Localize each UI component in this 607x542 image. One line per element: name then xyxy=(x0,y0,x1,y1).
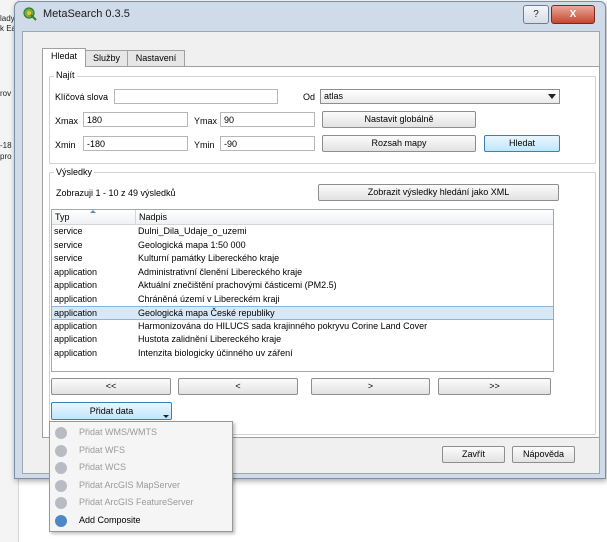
xmin-input[interactable]: -180 xyxy=(83,136,188,151)
cell-type: service xyxy=(54,253,83,263)
title-bar[interactable]: MetaSearch 0.3.5 ? X xyxy=(15,2,605,28)
catalog-select[interactable]: atlas xyxy=(320,89,560,104)
xmax-input[interactable]: 180 xyxy=(83,112,188,127)
dropdown-arrow-icon[interactable] xyxy=(163,415,169,418)
cell-type: application xyxy=(54,266,98,277)
cell-type: application xyxy=(54,334,98,344)
xmin-label: Xmin xyxy=(55,140,76,150)
results-summary: Zobrazuji 1 - 10 z 49 výsledků xyxy=(56,188,176,198)
cell-title: Chráněná území v Libereckém kraji xyxy=(138,293,280,304)
first-page-button[interactable]: << xyxy=(51,378,171,395)
menu-item[interactable]: Přidat WMS/WMTS xyxy=(50,424,232,442)
dialog-client: Hledat Služby Nastavení Najít Klíčová sl… xyxy=(22,31,600,474)
table-row[interactable]: application Harmonizována do HILUCS sada … xyxy=(52,320,553,334)
cell-type: service xyxy=(54,226,83,236)
close-button[interactable]: Zavřít xyxy=(442,446,505,463)
add-data-label: Přidat data xyxy=(89,406,134,416)
table-row[interactable]: application Chráněná území v Libereckém k… xyxy=(52,293,553,307)
background-text: lady xyxy=(0,14,15,23)
previous-page-button[interactable]: < xyxy=(178,378,298,395)
cell-type: application xyxy=(54,347,98,358)
add-data-menu: Přidat WMS/WMTS Přidat WFS Přidat WCS Přida… xyxy=(49,421,233,532)
qgis-logo-icon xyxy=(23,7,37,21)
cell-type: application xyxy=(54,280,98,290)
keywords-label: Klíčová slova xyxy=(55,92,109,102)
results-table[interactable]: Typ Nadpis service Dulni_Dila_Udaje_o_uze… xyxy=(51,209,554,372)
menu-item-label: Přidat ArcGIS FeatureServer xyxy=(79,497,194,507)
globe-icon xyxy=(55,427,67,439)
tab-hledat[interactable]: Hledat xyxy=(42,48,86,67)
ymin-input[interactable]: -90 xyxy=(220,136,315,151)
menu-item[interactable]: Přidat ArcGIS FeatureServer xyxy=(50,494,232,512)
cell-type: application xyxy=(54,308,98,318)
menu-item-label: Přidat WCS xyxy=(79,462,127,472)
table-row[interactable]: service Kulturní památky Libereckého kraj… xyxy=(52,252,553,266)
table-row[interactable]: application Intenzita biologicky účinného… xyxy=(52,347,553,361)
next-page-button[interactable]: > xyxy=(311,378,430,395)
globe-icon xyxy=(55,497,67,509)
table-row[interactable]: application Geologická mapa České republi… xyxy=(52,306,553,320)
table-header: Typ Nadpis xyxy=(52,210,553,225)
window-title: MetaSearch 0.3.5 xyxy=(43,8,130,20)
menu-item-label: Přidat WMS/WMTS xyxy=(79,427,157,437)
globe-icon xyxy=(55,444,67,457)
cell-title: Aktuální znečištění prachovými částicemi… xyxy=(138,280,337,290)
cell-title: Kulturní památky Libereckého kraje xyxy=(138,253,280,263)
set-global-button[interactable]: Nastavit globálně xyxy=(322,111,476,128)
add-data-button[interactable]: Přidat data xyxy=(51,402,172,420)
table-body: service Dulni_Dila_Udaje_o_uzemi service Ge… xyxy=(52,225,553,365)
search-button[interactable]: Hledat xyxy=(484,135,560,152)
table-row[interactable]: application Administrativní členění Liber… xyxy=(52,266,553,280)
table-row[interactable]: service Geologická mapa 1:50 000 xyxy=(52,239,553,253)
help-button[interactable]: Nápověda xyxy=(512,446,575,463)
cell-title: Hustota zalidnění Libereckého kraje xyxy=(138,334,282,344)
close-title-button[interactable]: X xyxy=(551,5,595,24)
ymax-input[interactable]: 90 xyxy=(220,112,315,127)
cell-title: Geologická mapa 1:50 000 xyxy=(138,239,246,250)
menu-item[interactable]: Přidat WCS xyxy=(50,459,232,477)
keywords-input[interactable] xyxy=(114,89,278,104)
results-group-title: Výsledky xyxy=(54,167,95,177)
table-row[interactable]: service Dulni_Dila_Udaje_o_uzemi xyxy=(52,225,553,239)
menu-item[interactable]: Přidat WFS xyxy=(50,442,232,460)
menu-item-label: Add Composite xyxy=(79,514,141,525)
chevron-down-icon xyxy=(548,94,556,99)
cell-type: application xyxy=(54,293,98,304)
tab-nastaveni[interactable]: Nastavení xyxy=(127,50,185,66)
tab-sluzby[interactable]: Služby xyxy=(85,50,128,66)
cell-type: service xyxy=(54,239,83,250)
cell-title: Dulni_Dila_Udaje_o_uzemi xyxy=(138,226,247,236)
help-title-button[interactable]: ? xyxy=(523,5,549,24)
cell-title: Geologická mapa České republiky xyxy=(138,308,275,318)
menu-item[interactable]: Add Composite xyxy=(50,512,232,530)
xmax-label: Xmax xyxy=(55,116,79,126)
show-xml-button[interactable]: Zobrazit výsledky hledání jako XML xyxy=(318,184,559,201)
background-text: rov xyxy=(0,89,12,98)
ymax-label: Ymax xyxy=(194,116,218,126)
map-extent-button[interactable]: Rozsah mapy xyxy=(322,135,476,152)
globe-icon xyxy=(55,514,67,527)
column-header-title[interactable]: Nadpis xyxy=(136,210,553,224)
cell-type: application xyxy=(54,320,98,331)
table-row[interactable]: application Hustota zalidnění Libereckého… xyxy=(52,333,553,347)
cell-title: Harmonizována do HILUCS sada krajinného … xyxy=(138,320,428,331)
menu-item-label: Přidat WFS xyxy=(79,444,126,455)
menu-item[interactable]: Přidat ArcGIS MapServer xyxy=(50,477,232,495)
background-text: -18 xyxy=(0,141,12,150)
catalog-select-value: atlas xyxy=(324,91,344,101)
cell-title: Administrativní členění Libereckého kraj… xyxy=(138,266,303,277)
metasearch-window: MetaSearch 0.3.5 ? X Hledat Služby Nasta… xyxy=(14,1,606,479)
last-page-button[interactable]: >> xyxy=(438,378,551,395)
from-label: Od xyxy=(303,92,316,102)
find-group-title: Najít xyxy=(54,70,77,80)
table-row[interactable]: application Aktuální znečištění prachovým… xyxy=(52,279,553,293)
ymin-label: Ymin xyxy=(194,140,215,150)
menu-item-label: Přidat ArcGIS MapServer xyxy=(79,479,181,490)
sort-indicator-icon xyxy=(90,210,96,213)
background-text: pro xyxy=(0,152,12,161)
globe-icon xyxy=(55,479,67,492)
globe-icon xyxy=(55,462,67,474)
cell-title: Intenzita biologicky účinného uv záření xyxy=(138,347,293,358)
menu-items: Přidat WMS/WMTS Přidat WFS Přidat WCS Přida… xyxy=(50,424,232,530)
